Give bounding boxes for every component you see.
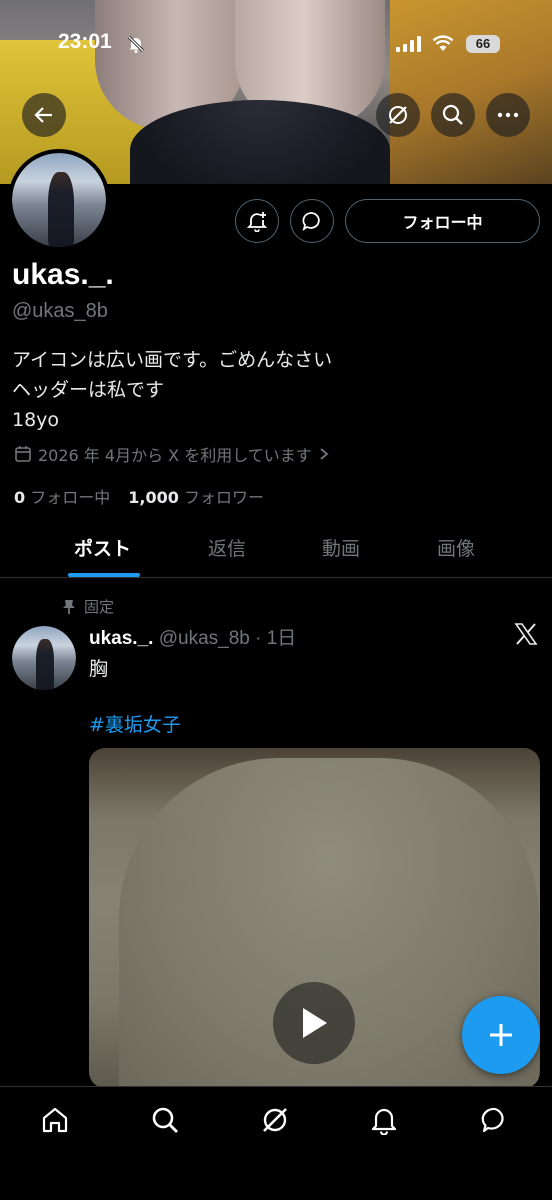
bio-line: アイコンは広い画です。ごめんなさい — [12, 349, 333, 371]
joined-text: 2026 年 4月から X を利用しています — [38, 446, 312, 465]
cellular-signal-icon — [396, 36, 421, 52]
messages-icon — [481, 1107, 504, 1133]
banner-chair — [390, 0, 552, 184]
profile-avatar[interactable] — [8, 149, 110, 251]
play-icon — [303, 1008, 327, 1038]
post-header: ukas._. @ukas_8b · 1日 — [89, 623, 296, 650]
post-meta: @ukas_8b · 1日 — [158, 628, 297, 649]
follow-stats: 0 フォロー中 1,000 フォロワー — [14, 484, 264, 508]
notifications-icon — [371, 1108, 397, 1135]
avatar-image — [12, 153, 106, 247]
followers-stat[interactable]: 1,000 フォロワー — [128, 484, 264, 508]
x-logo-icon — [514, 623, 538, 645]
compose-button[interactable] — [462, 996, 540, 1074]
back-arrow-icon — [34, 107, 52, 123]
profile-handle: @ukas_8b — [12, 300, 108, 322]
following-label: フォロー中 — [30, 488, 111, 507]
nav-home[interactable] — [37, 1102, 73, 1138]
message-button[interactable] — [290, 199, 334, 243]
chevron-right-icon — [320, 448, 329, 460]
tab-posts[interactable]: ポスト — [74, 534, 131, 561]
status-time: 23:01 — [58, 30, 112, 53]
followers-label: フォロワー — [183, 488, 264, 507]
bio-line: 18yo — [12, 409, 60, 431]
following-button[interactable]: フォロー中 — [345, 199, 540, 243]
message-icon — [302, 212, 320, 232]
calendar-icon — [15, 446, 31, 462]
notification-bell-icon — [246, 212, 268, 232]
pinned-label: 固定 — [62, 596, 114, 617]
post-author-name[interactable]: ukas._. — [89, 628, 153, 649]
plus-icon — [490, 1024, 512, 1046]
search-button[interactable] — [431, 93, 475, 137]
nav-search[interactable] — [147, 1102, 183, 1138]
bio-line: ヘッダーは私です — [12, 379, 165, 401]
grok-icon — [263, 1108, 287, 1132]
profile-name: ukas._. — [12, 258, 114, 291]
search-icon — [442, 104, 463, 125]
nav-notifications[interactable] — [366, 1102, 402, 1138]
status-bar: 23:01 66 — [0, 30, 552, 60]
play-button[interactable] — [273, 982, 355, 1064]
post-hashtag[interactable]: #裏垢女子 — [89, 710, 181, 737]
avatar-image — [12, 626, 76, 690]
tab-replies[interactable]: 返信 — [208, 534, 246, 561]
wifi-icon — [432, 35, 454, 51]
notification-subscribe-button[interactable] — [235, 199, 279, 243]
tab-videos[interactable]: 動画 — [322, 534, 360, 561]
post-author-avatar[interactable] — [12, 626, 76, 690]
joined-date[interactable]: 2026 年 4月から X を利用しています — [14, 442, 330, 466]
profile-bio: アイコンは広い画です。ごめんなさい ヘッダーは私です 18yo — [12, 345, 332, 435]
following-stat[interactable]: 0 フォロー中 — [14, 484, 110, 508]
more-icon — [497, 112, 519, 118]
pinned-text: 固定 — [84, 598, 115, 616]
search-icon — [152, 1107, 178, 1133]
following-count: 0 — [14, 488, 26, 507]
followers-count: 1,000 — [128, 488, 179, 507]
nav-messages[interactable] — [477, 1102, 513, 1138]
post-text: 胸 — [89, 658, 109, 680]
home-icon — [42, 1107, 68, 1133]
grok-icon — [389, 106, 407, 124]
tab-images[interactable]: 画像 — [437, 534, 475, 561]
profile-tabs: ポスト 返信 動画 画像 — [0, 520, 552, 578]
battery-indicator: 66 — [466, 35, 500, 53]
bell-off-icon — [127, 35, 145, 53]
pin-icon — [63, 599, 75, 614]
grok-button[interactable] — [376, 93, 420, 137]
more-button[interactable] — [486, 93, 530, 137]
back-button[interactable] — [22, 93, 66, 137]
active-tab-indicator — [68, 573, 140, 577]
nav-grok[interactable] — [257, 1102, 293, 1138]
